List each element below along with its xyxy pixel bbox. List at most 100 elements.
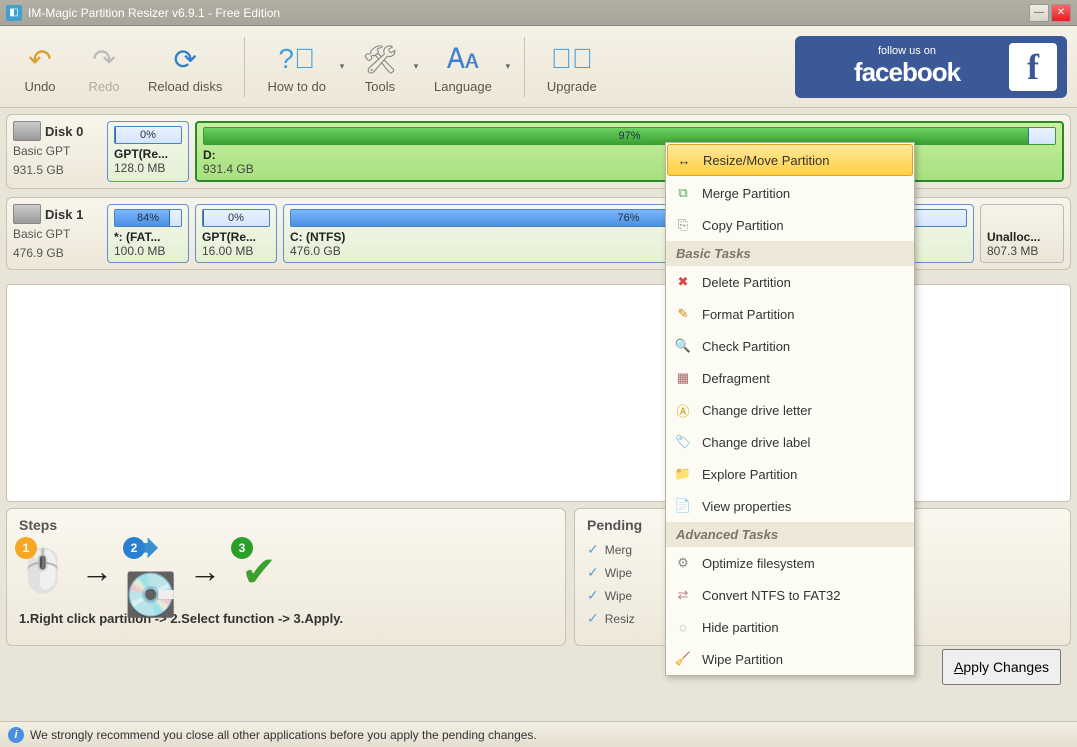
partition-d1-p1[interactable]: 0% GPT(Re... 16.00 MB (195, 204, 277, 263)
disk-1-size: 476.9 GB (13, 245, 101, 262)
partition-d0-p1-selected[interactable]: 97% D: 931.4 GB (195, 121, 1064, 182)
upgrade-button[interactable]: ⬆⃝ Upgrade (537, 35, 607, 98)
pending-op-3-text: Resiz (605, 612, 635, 626)
tools-dropdown-arrow[interactable]: ▾ (412, 47, 420, 87)
redo-button[interactable]: ↷ Redo (74, 35, 134, 98)
disk-1-header: Disk 1 Basic GPT 476.9 GB (13, 204, 101, 263)
hide-icon: ◌ (674, 618, 692, 636)
menu-properties[interactable]: 📄View properties (666, 490, 914, 522)
arrow-icon: → (81, 553, 113, 590)
p0-size: 128.0 MB (114, 161, 182, 175)
howto-label: How to do (267, 79, 326, 94)
disk-0-title: Disk 0 (45, 124, 83, 139)
language-button[interactable]: 🗛 Language (424, 35, 502, 98)
fb-name-text: facebook (805, 57, 1009, 88)
copy-icon: ⎘ (674, 216, 692, 234)
steps-title: Steps (19, 517, 553, 533)
separator (524, 37, 525, 97)
menu-drive-label[interactable]: 🏷 Change drive label (666, 426, 914, 458)
undo-button[interactable]: ↶ Undo (10, 35, 70, 98)
menu-check[interactable]: 🔍 Check Partition (666, 330, 914, 362)
menu-defragment[interactable]: ▦Defragment (666, 362, 914, 394)
tools-label: Tools (365, 79, 395, 94)
menu-props-label: View properties (702, 499, 791, 514)
language-dropdown-arrow[interactable]: ▾ (504, 47, 512, 87)
language-icon: 🗛 (443, 39, 483, 79)
menu-merge[interactable]: ⧉ Merge Partition (666, 177, 914, 209)
check-icon: ✓ (587, 541, 599, 558)
howto-button[interactable]: ?⃝ How to do (257, 35, 336, 98)
menu-wipe[interactable]: 🧹Wipe Partition (666, 643, 914, 675)
menu-resize-move[interactable]: ↔ Resize/Move Partition (667, 144, 913, 176)
delete-icon: ✖ (674, 273, 692, 291)
menu-optimize[interactable]: ⚙Optimize filesystem (666, 547, 914, 579)
partition-d1-p0[interactable]: 84% *: (FAT... 100.0 MB (107, 204, 189, 263)
redo-label: Redo (88, 79, 119, 94)
app-icon: ◧ (6, 5, 22, 21)
partition-d0-p0[interactable]: 0% GPT(Re... 128.0 MB (107, 121, 189, 182)
p1-size: 931.4 GB (203, 162, 1056, 176)
titlebar: ◧ IM-Magic Partition Resizer v6.9.1 - Fr… (0, 0, 1077, 26)
facebook-badge[interactable]: follow us on facebook f (795, 36, 1067, 98)
menu-label-label: Change drive label (702, 435, 810, 450)
menu-check-label: Check Partition (702, 339, 790, 354)
check-icon: ✓ (587, 610, 599, 627)
language-label: Language (434, 79, 492, 94)
menu-resize-label: Resize/Move Partition (703, 153, 829, 168)
label-icon: 🏷 (674, 433, 692, 451)
menu-explore[interactable]: 📁Explore Partition (666, 458, 914, 490)
upgrade-icon: ⬆⃝ (552, 39, 592, 79)
p0-usage: 0% (140, 129, 156, 141)
question-icon: ?⃝ (277, 39, 317, 79)
d1p3-name: Unalloc... (987, 230, 1057, 244)
convert-icon: ⇄ (674, 586, 692, 604)
menu-letter-label: Change drive letter (702, 403, 812, 418)
menu-defrag-label: Defragment (702, 371, 770, 386)
upgrade-label: Upgrade (547, 79, 597, 94)
fb-follow-text: follow us on (805, 45, 1009, 57)
merge-icon: ⧉ (674, 184, 692, 202)
undo-icon: ↶ (20, 39, 60, 79)
steps-caption: 1.Right click partition -> 2.Select func… (19, 611, 553, 626)
partition-d1-unallocated[interactable]: Unalloc... 807.3 MB (980, 204, 1064, 263)
menu-convert[interactable]: ⇄ Convert NTFS to FAT32 (666, 579, 914, 611)
disk-1-title: Disk 1 (45, 207, 83, 222)
menu-drive-letter[interactable]: ⒶChange drive letter (666, 394, 914, 426)
reload-icon: ⟳ (165, 39, 205, 79)
menu-format[interactable]: ✎Format Partition (666, 298, 914, 330)
pending-op-0-text: Merg (605, 543, 632, 557)
apply-changes-button[interactable]: Apply Changes (942, 649, 1061, 685)
d1p0-name: *: (FAT... (114, 230, 182, 244)
check-icon: 🔍 (674, 337, 692, 355)
disk-1-scheme: Basic GPT (13, 226, 101, 243)
disk-icon (13, 121, 41, 141)
d1p1-usage: 0% (228, 212, 244, 224)
facebook-icon: f (1009, 43, 1057, 91)
reload-label: Reload disks (148, 79, 222, 94)
howto-dropdown-arrow[interactable]: ▾ (338, 47, 346, 87)
menu-hide[interactable]: ◌ Hide partition (666, 611, 914, 643)
steps-panel: Steps 1 🖱️ → 2 ⬌💽 → 3 ✔ 1.Right click pa… (6, 508, 566, 646)
reload-disks-button[interactable]: ⟳ Reload disks (138, 35, 232, 98)
menu-copy[interactable]: ⎘Copy Partition (666, 209, 914, 241)
explore-icon: 📁 (674, 465, 692, 483)
menu-convert-label: Convert NTFS to FAT32 (702, 588, 840, 603)
disk-icon (13, 204, 41, 224)
p0-name: GPT(Re... (114, 147, 182, 161)
d1p1-size: 16.00 MB (202, 244, 270, 258)
menu-merge-label: Merge Partition (702, 186, 790, 201)
menu-delete-label: Delete Partition (702, 275, 791, 290)
resize-icon: ↔ (675, 151, 693, 169)
redo-icon: ↷ (84, 39, 124, 79)
close-button[interactable]: ✕ (1051, 4, 1071, 22)
menu-delete[interactable]: ✖ Delete Partition (666, 266, 914, 298)
d1p0-size: 100.0 MB (114, 244, 182, 258)
tools-button[interactable]: 🛠 Tools (350, 35, 410, 98)
menu-hide-label: Hide partition (702, 620, 779, 635)
menu-wipe-label: Wipe Partition (702, 652, 783, 667)
context-menu: ↔Resize/Move Partition ⧉Merge Partition … (665, 142, 915, 676)
menu-section-advanced: Advanced Tasks (666, 522, 914, 547)
format-icon: ✎ (674, 305, 692, 323)
toolbar: ↶ Undo ↷ Redo ⟳ Reload disks ?⃝ How to d… (0, 26, 1077, 108)
minimize-button[interactable]: — (1029, 4, 1049, 22)
